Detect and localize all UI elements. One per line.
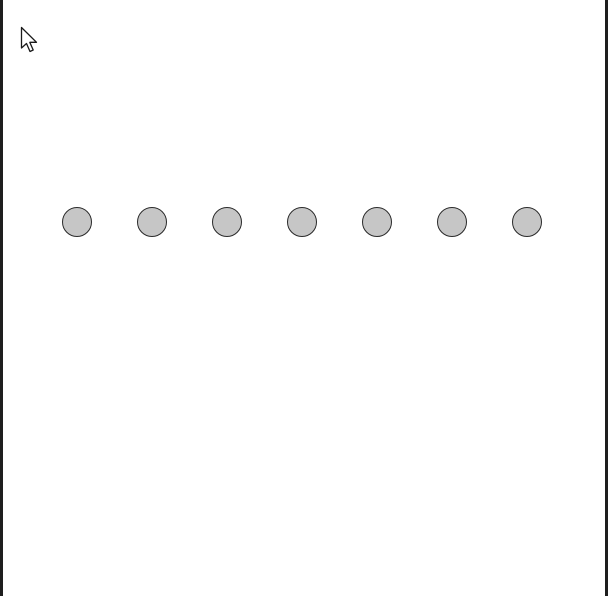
circle-7[interactable] [512, 207, 542, 237]
left-border [0, 0, 3, 596]
mouse-pointer-icon [20, 26, 38, 53]
circle-3[interactable] [212, 207, 242, 237]
circle-4[interactable] [287, 207, 317, 237]
circle-2[interactable] [137, 207, 167, 237]
canvas-area[interactable] [0, 0, 608, 596]
circle-5[interactable] [362, 207, 392, 237]
circle-6[interactable] [437, 207, 467, 237]
circle-1[interactable] [62, 207, 92, 237]
circle-row [62, 207, 545, 239]
